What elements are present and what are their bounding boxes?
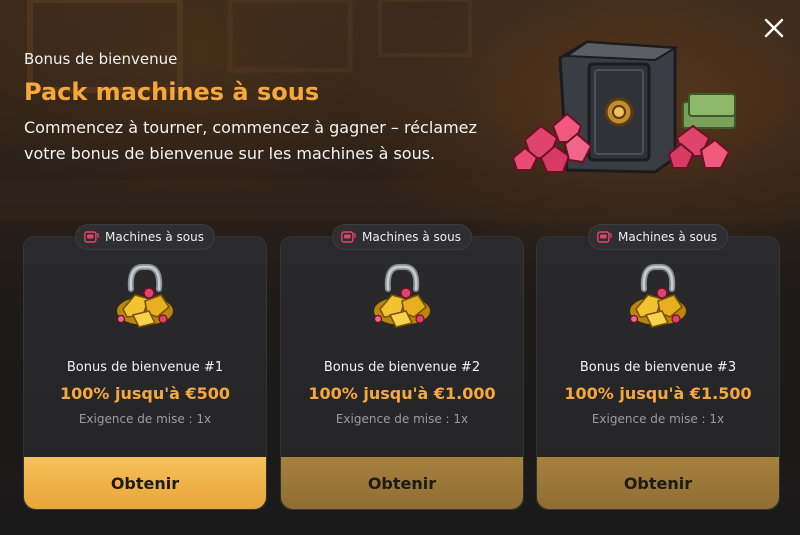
claim-button[interactable]: Obtenir <box>24 457 266 509</box>
bonus-title: Bonus de bienvenue #1 <box>66 360 224 375</box>
bonus-card-1: Machines à sous Bonus de bienvenue #1 10… <box>23 224 267 510</box>
bonus-offer: 100% jusqu'à €1.500 <box>564 384 752 403</box>
modal-header: Bonus de bienvenue Pack machines à sous … <box>24 50 484 167</box>
bonus-card-2: Machines à sous Bonus de bienvenue #2 10… <box>280 224 524 510</box>
wagering-requirement: Exigence de mise : 1x <box>335 412 469 426</box>
bonus-offer: 100% jusqu'à €1.000 <box>308 384 496 403</box>
bonus-card-3: Machines à sous Bonus de bienvenue #3 10… <box>536 224 780 510</box>
bonus-offer: 100% jusqu'à €500 <box>59 384 231 403</box>
close-button[interactable] <box>760 14 788 42</box>
category-tag: Machines à sous <box>75 224 215 250</box>
horseshoe-gold-loot-icon <box>629 263 686 328</box>
horseshoe-gold-loot-icon <box>116 263 173 328</box>
bonus-title: Bonus de bienvenue #3 <box>579 360 737 375</box>
treasure-safe-with-gems-icon <box>511 40 736 174</box>
modal-subtitle: Commencez à tourner, commencez à gagner … <box>24 118 477 163</box>
category-tag: Machines à sous <box>588 224 728 250</box>
eyebrow-label: Bonus de bienvenue <box>24 50 178 68</box>
slot-machine-icon <box>597 231 612 243</box>
claim-button[interactable]: Obtenir <box>281 457 523 509</box>
category-tag-label: Machines à sous <box>105 230 204 244</box>
category-tag: Machines à sous <box>332 224 472 250</box>
wagering-requirement: Exigence de mise : 1x <box>78 412 212 426</box>
modal-title: Pack machines à sous <box>24 78 320 106</box>
close-icon <box>764 18 784 38</box>
horseshoe-gold-loot-icon <box>373 263 430 328</box>
category-tag-label: Machines à sous <box>618 230 717 244</box>
bonus-card-list: Machines à sous Bonus de bienvenue #1 10… <box>23 224 780 510</box>
slot-machine-icon <box>84 231 99 243</box>
slot-machine-icon <box>341 231 356 243</box>
claim-button[interactable]: Obtenir <box>537 457 779 509</box>
category-tag-label: Machines à sous <box>362 230 461 244</box>
bonus-title: Bonus de bienvenue #2 <box>323 360 481 375</box>
wagering-requirement: Exigence de mise : 1x <box>591 412 725 426</box>
